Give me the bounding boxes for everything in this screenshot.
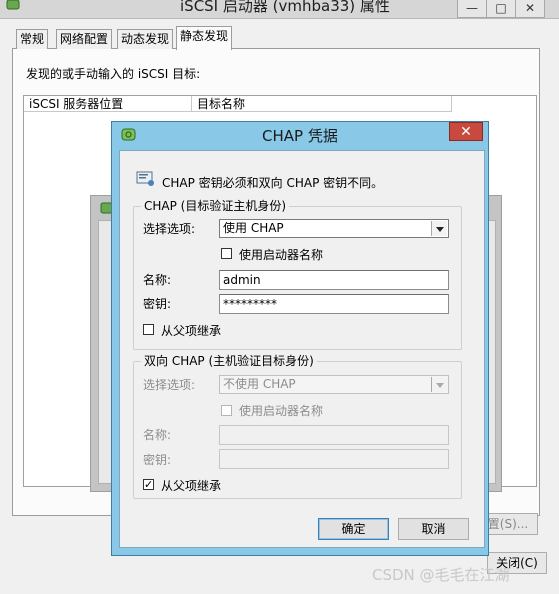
mutual-secret-input[interactable] [219, 449, 449, 469]
chap-dialog-title: CHAP 凭据 [262, 127, 338, 145]
window-close-button[interactable]: ✕ [515, 0, 545, 18]
tab-static-discovery[interactable]: 静态发现 [176, 26, 233, 50]
mutual-use-initiator-name-checkbox[interactable] [221, 405, 232, 416]
chap-select-label: 选择选项: [143, 222, 196, 236]
main-window-title: iSCSI 启动器 (vmhba33) 属性 [180, 0, 390, 15]
chap-dialog-icon [121, 128, 136, 141]
chap-dialog-close-icon[interactable]: ✕ [449, 122, 483, 141]
mutual-secret-label: 密钥: [143, 453, 172, 467]
column-header-target-name[interactable]: 目标名称 [192, 96, 452, 112]
mutual-chap-group-legend: 双向 CHAP (主机验证目标身份) [141, 354, 317, 368]
tab-general[interactable]: 常规 [16, 29, 49, 49]
cancel-button[interactable]: 取消 [398, 518, 469, 540]
chevron-down-icon[interactable] [431, 221, 447, 236]
chap-name-label: 名称: [143, 273, 172, 287]
mutual-name-label: 名称: [143, 428, 172, 442]
mutual-select-value: 不使用 CHAP [223, 377, 296, 391]
column-header-server-location[interactable]: iSCSI 服务器位置 [24, 96, 192, 112]
info-icon [136, 171, 154, 186]
chap-secret-input[interactable]: ********* [219, 294, 449, 314]
mutual-select-label: 选择选项: [143, 378, 196, 392]
info-text: CHAP 密钥必须和双向 CHAP 密钥不同。 [162, 176, 384, 190]
minimize-button[interactable]: — [457, 0, 487, 18]
chap-inherit-checkbox[interactable] [143, 324, 154, 335]
chap-use-initiator-name-label: 使用启动器名称 [239, 248, 324, 262]
mutual-inherit-label: 从父项继承 [161, 479, 222, 493]
chap-name-input[interactable]: admin [219, 270, 449, 290]
mutual-use-initiator-name-label: 使用启动器名称 [239, 404, 324, 418]
chap-group-legend: CHAP (目标验证主机身份) [141, 199, 290, 213]
tab-network-config[interactable]: 网络配置 [56, 29, 113, 49]
chap-secret-label: 密钥: [143, 297, 172, 311]
chevron-down-icon[interactable] [431, 377, 447, 392]
mutual-name-input[interactable] [219, 425, 449, 445]
chap-use-initiator-name-checkbox[interactable] [221, 248, 232, 259]
chap-select-value: 使用 CHAP [223, 221, 284, 235]
maximize-button[interactable]: □ [486, 0, 516, 18]
tab-dynamic-discovery[interactable]: 动态发现 [117, 29, 174, 49]
mutual-chap-select[interactable]: 不使用 CHAP [219, 375, 449, 394]
watermark: CSDN @毛毛在江湖 [372, 566, 510, 584]
chap-inherit-label: 从父项继承 [161, 324, 222, 338]
chap-select[interactable]: 使用 CHAP [219, 219, 449, 238]
mutual-inherit-checkbox[interactable]: ✓ [143, 479, 154, 490]
ok-button[interactable]: 确定 [318, 518, 389, 540]
discovered-targets-label: 发现的或手动输入的 iSCSI 目标: [26, 67, 201, 81]
app-icon [6, 0, 20, 10]
